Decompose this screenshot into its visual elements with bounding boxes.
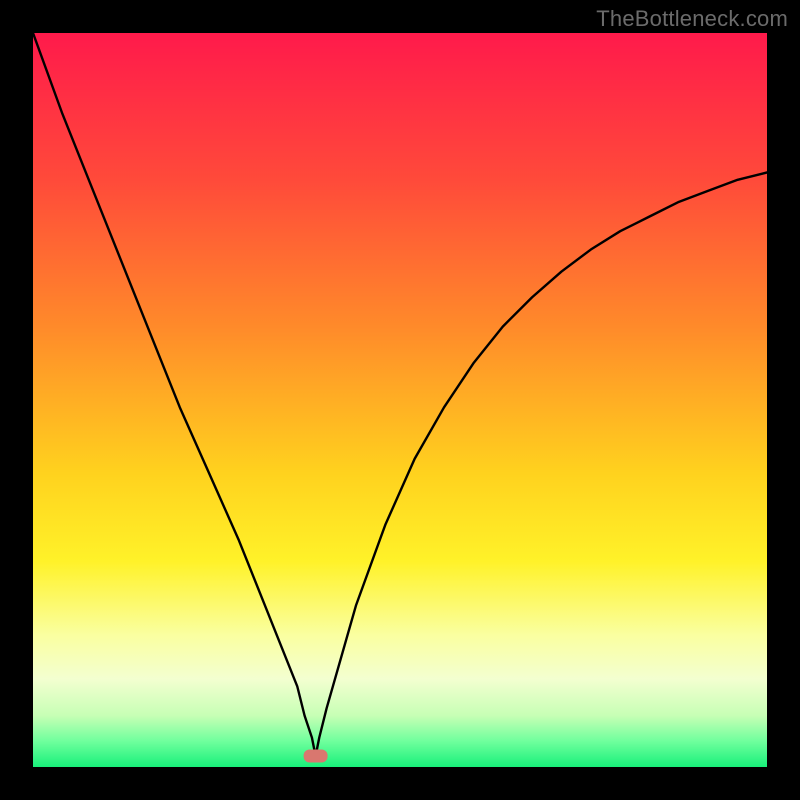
watermark-text: TheBottleneck.com [596,6,788,32]
plot-area [33,33,767,767]
chart-svg [33,33,767,767]
minimum-marker-icon [304,749,328,762]
chart-frame: TheBottleneck.com [0,0,800,800]
gradient-background [33,33,767,767]
